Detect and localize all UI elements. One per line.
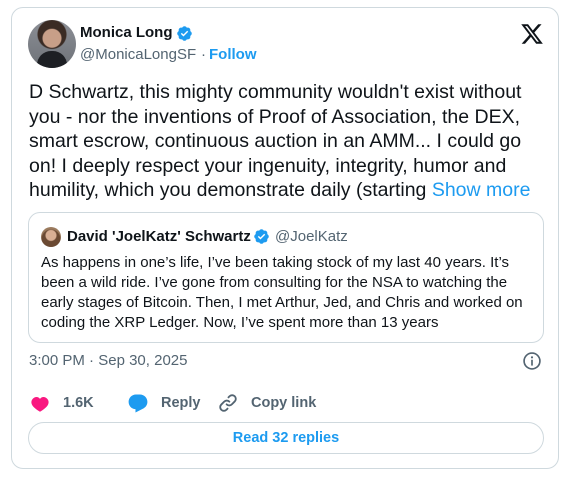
copy-link-button[interactable]: Copy link — [217, 392, 316, 414]
tweet-text: D Schwartz, this mighty community wouldn… — [29, 80, 549, 203]
reply-button[interactable]: Reply — [127, 392, 201, 414]
tweet-timestamp[interactable]: 3:00 PM · Sep 30, 2025 — [29, 352, 187, 369]
x-logo-icon[interactable] — [520, 22, 544, 46]
read-replies-button[interactable]: Read 32 replies — [28, 422, 544, 454]
handle-separator: · — [201, 46, 206, 63]
author-avatar[interactable] — [28, 20, 76, 68]
copy-link-label: Copy link — [251, 395, 317, 411]
reply-bubble-icon — [128, 394, 148, 413]
quoted-tweet-text: As happens in one’s life, I’ve been taki… — [41, 254, 523, 331]
verified-badge-icon — [177, 26, 192, 41]
timestamp-separator: · — [89, 352, 95, 369]
tweet-date: Sep 30, 2025 — [98, 352, 188, 369]
verified-badge-icon — [254, 229, 269, 244]
author-handle[interactable]: @MonicaLongSF — [80, 46, 196, 63]
show-more-link[interactable]: Show more — [432, 179, 531, 201]
quoted-author-avatar — [41, 227, 61, 247]
tweet-time: 3:00 PM — [29, 352, 85, 369]
follow-button[interactable]: Follow — [209, 46, 257, 63]
quoted-author-name: David 'JoelKatz' Schwartz — [67, 228, 251, 245]
reply-label: Reply — [161, 395, 201, 411]
tweet-card: Monica Long @MonicaLongSF · Follow D Sch… — [11, 7, 559, 469]
action-bar: 1.6K Reply Copy link — [29, 392, 529, 416]
heart-icon — [31, 396, 49, 412]
like-button[interactable]: 1.6K — [29, 392, 94, 414]
link-icon — [219, 394, 237, 412]
info-icon[interactable] — [522, 351, 542, 371]
author-name[interactable]: Monica Long — [80, 24, 173, 41]
quoted-author-handle: @JoelKatz — [275, 228, 348, 245]
like-count: 1.6K — [63, 395, 94, 411]
quoted-tweet[interactable]: David 'JoelKatz' Schwartz @JoelKatz As h… — [28, 212, 544, 343]
